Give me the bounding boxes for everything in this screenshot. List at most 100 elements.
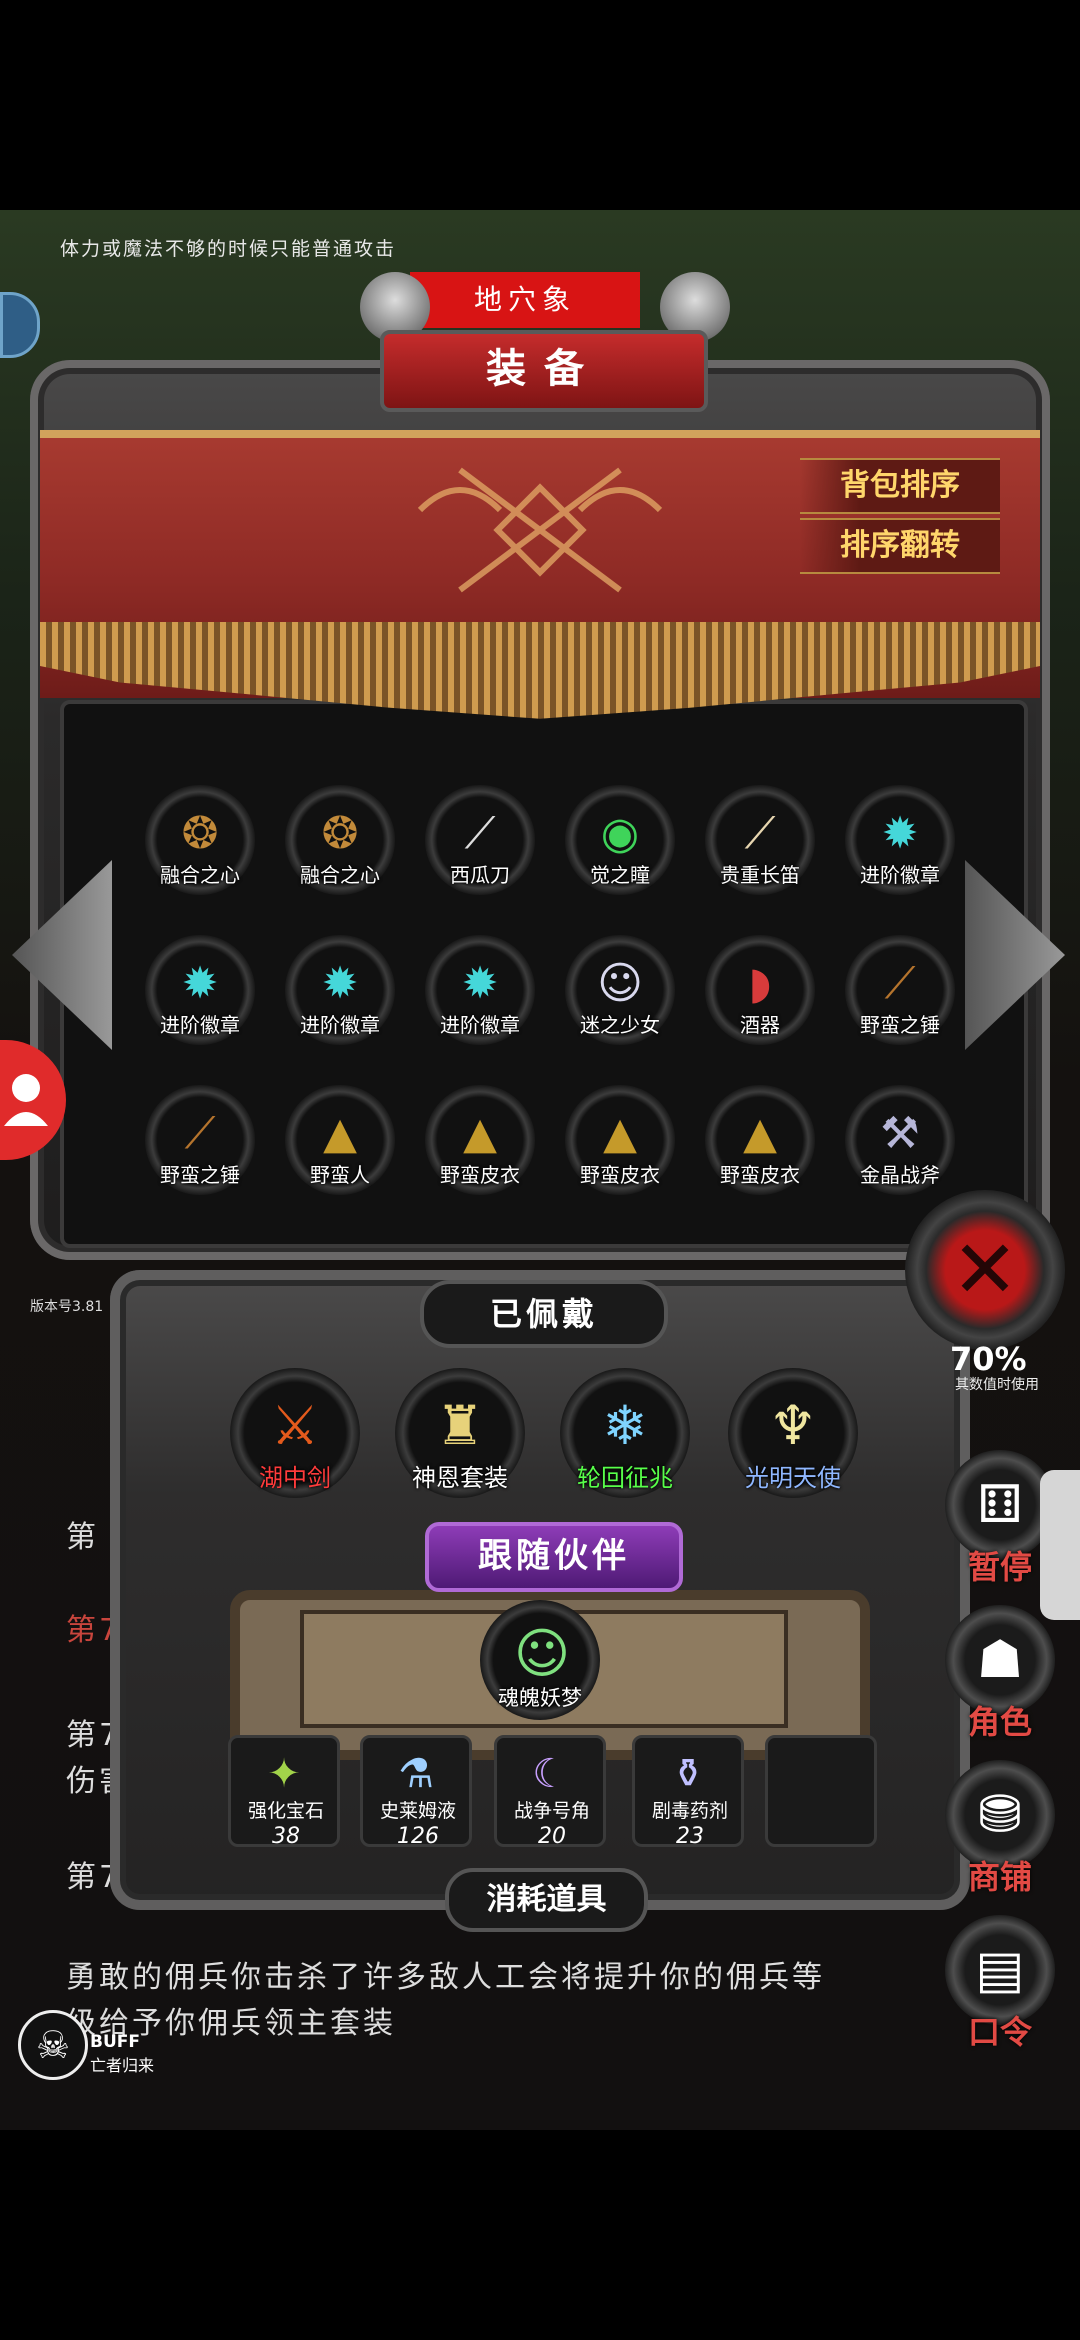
consumable-label: 史莱姆液 (379, 1800, 456, 1822)
angel-icon: ♆ (768, 1394, 818, 1457)
equipped-item-label: 湖中剑 (259, 1464, 331, 1492)
leather-coat-icon: ▲ (463, 1108, 497, 1159)
inventory-slot[interactable]: ▲ 野蛮人 (285, 1085, 395, 1195)
menu-label: 口令 (967, 2013, 1032, 2051)
stat-note: 其数值时使用 (955, 1377, 1039, 1393)
inventory-item-label: 酒器 (740, 1013, 780, 1037)
stat-percent: 70% (950, 1340, 1027, 1378)
inventory-slot[interactable]: ▲ 野蛮皮衣 (425, 1085, 535, 1195)
sort-bag-button[interactable]: 背包排序 (800, 458, 1000, 514)
leather-coat-icon: ▲ (743, 1108, 777, 1159)
eye-amulet-icon: ◉ (600, 808, 640, 859)
inventory-slot[interactable]: ✹ 进阶徽章 (845, 785, 955, 895)
crossed-swords-emblem-icon (417, 467, 663, 593)
inventory-slot[interactable]: ☺ 迷之少女 (565, 935, 675, 1045)
equipped-slot[interactable]: ♜ 神恩套装 (395, 1368, 525, 1498)
companion-slot[interactable]: ☺ 魂魄妖梦 (480, 1600, 600, 1720)
edge-drawer-handle[interactable] (1040, 1470, 1080, 1620)
star-badge-icon: ✹ (461, 958, 499, 1009)
potion-icon: ⚗ (398, 1751, 434, 1797)
consumable-slot[interactable]: ✦ 强化宝石 38 (228, 1735, 340, 1849)
consumable-slot-empty[interactable] (765, 1735, 877, 1847)
inventory-item-label: 迷之少女 (580, 1013, 660, 1037)
inventory-slot[interactable]: ▲ 野蛮皮衣 (565, 1085, 675, 1195)
inventory-item-label: 融合之心 (160, 863, 240, 887)
profile-avatar-button[interactable] (0, 1040, 66, 1160)
gem-icon: ✦ (267, 1751, 301, 1797)
poison-icon: ⚱ (671, 1751, 705, 1797)
equipped-item-label: 轮回征兆 (577, 1464, 673, 1492)
close-icon: ✕ (951, 1223, 1019, 1316)
equipped-slot[interactable]: ♆ 光明天使 (728, 1368, 858, 1498)
consumable-count: 20 (538, 1824, 566, 1849)
barbarian-icon: ▲ (323, 1108, 357, 1159)
consumable-label: 剧毒药剂 (651, 1800, 728, 1822)
orb-cluster-icon: ❂ (181, 808, 219, 859)
inventory-item-label: 野蛮之锤 (160, 1163, 240, 1187)
inventory-slot[interactable]: ⟋ 野蛮之锤 (145, 1085, 255, 1195)
equipped-title: 已佩戴 (420, 1280, 668, 1348)
inventory-item-label: 觉之瞳 (590, 863, 650, 887)
star-badge-icon: ✹ (321, 958, 359, 1009)
inventory-slot[interactable]: ◉ 觉之瞳 (565, 785, 675, 895)
consumable-label: 战争号角 (513, 1800, 590, 1822)
star-badge-icon: ✹ (881, 808, 919, 859)
equipped-slot[interactable]: ❄ 轮回征兆 (560, 1368, 690, 1498)
inventory-item-label: 野蛮之锤 (860, 1013, 940, 1037)
inventory-slot[interactable]: ⟋ 贵重长笛 (705, 785, 815, 895)
inventory-item-label: 进阶徽章 (860, 863, 940, 887)
consumable-count: 38 (272, 1824, 300, 1849)
sword-icon: ⚔ (270, 1394, 320, 1457)
log-line: 第 (66, 1520, 99, 1555)
blade-icon: ⟋ (464, 808, 496, 859)
star-badge-icon: ✹ (181, 958, 219, 1009)
consumable-slot[interactable]: ⚗ 史莱姆液 126 (360, 1735, 472, 1849)
inventory-slot[interactable]: ⟋ 野蛮之锤 (845, 935, 955, 1045)
inventory-item-label: 进阶徽章 (300, 1013, 380, 1037)
ice-staff-icon: ❄ (602, 1394, 648, 1457)
inventory-item-label: 野蛮人 (310, 1163, 370, 1187)
consumable-count: 23 (676, 1824, 704, 1849)
inventory-item-label: 野蛮皮衣 (440, 1163, 520, 1187)
consumable-label: 强化宝石 (247, 1800, 324, 1822)
battle-axe-icon: ⚒ (880, 1108, 920, 1159)
horn-icon: ☾ (532, 1751, 568, 1797)
inventory-item-label: 西瓜刀 (450, 863, 510, 887)
club-icon: ⟋ (184, 1108, 216, 1159)
menu-label: 角色 (967, 1703, 1032, 1741)
equipped-item-label: 光明天使 (745, 1464, 841, 1492)
consumables-title: 消耗道具 (445, 1868, 648, 1932)
close-button[interactable]: ✕ (905, 1190, 1065, 1350)
version-label: 版本号3.81 (30, 1299, 104, 1315)
log-line: 勇敢的佣兵你击杀了许多敌人工会将提升你的佣兵等 (66, 1960, 825, 1995)
equipped-item-label: 神恩套装 (412, 1464, 508, 1492)
inventory-slot[interactable]: ✹ 进阶徽章 (425, 935, 535, 1045)
inventory-slot[interactable]: ◗ 酒器 (705, 935, 815, 1045)
inventory-slot[interactable]: ⚒ 金晶战斧 (845, 1085, 955, 1195)
follow-companion-title: 跟随伙伴 (425, 1522, 683, 1592)
inventory-slot[interactable]: ✹ 进阶徽章 (285, 935, 395, 1045)
orb-cluster-icon: ❂ (321, 808, 359, 859)
inventory-item-label: 进阶徽章 (160, 1013, 240, 1037)
menu-label: 暂停 (967, 1548, 1032, 1586)
inventory-slot[interactable]: ❂ 融合之心 (285, 785, 395, 895)
consumable-slot[interactable]: ☾ 战争号角 20 (494, 1735, 606, 1849)
consumable-slot[interactable]: ⚱ 剧毒药剂 23 (632, 1735, 744, 1849)
equipped-slot[interactable]: ⚔ 湖中剑 (230, 1368, 360, 1498)
inventory-item-label: 融合之心 (300, 863, 380, 887)
leather-coat-icon: ▲ (603, 1108, 637, 1159)
cup-icon: ◗ (748, 958, 772, 1009)
inventory-item-label: 野蛮皮衣 (720, 1163, 800, 1187)
club-icon: ⟋ (884, 958, 916, 1009)
inventory-slot[interactable]: ✹ 进阶徽章 (145, 935, 255, 1045)
inventory-slot[interactable]: ▲ 野蛮皮衣 (705, 1085, 815, 1195)
inventory-slot[interactable]: ⟋ 西瓜刀 (425, 785, 535, 895)
skull-buff-icon[interactable]: ☠ (18, 2010, 88, 2080)
inventory-slot[interactable]: ❂ 融合之心 (145, 785, 255, 895)
consumable-count: 126 (397, 1824, 439, 1849)
flute-icon: ⟋ (744, 808, 776, 859)
inventory-item-label: 野蛮皮衣 (580, 1163, 660, 1187)
inventory-item-label: 进阶徽章 (440, 1013, 520, 1037)
armor-set-icon: ♜ (435, 1394, 485, 1457)
sort-reverse-button[interactable]: 排序翻转 (800, 518, 1000, 574)
